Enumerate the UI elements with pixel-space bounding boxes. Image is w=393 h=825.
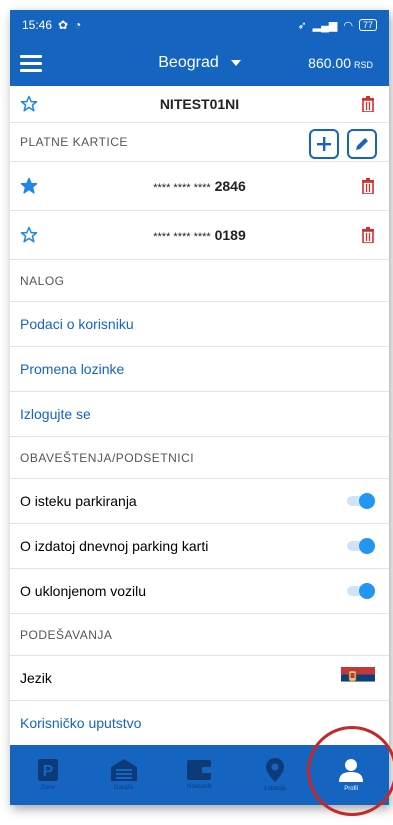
link-label[interactable]: Korisničko uputstvo [20,715,141,731]
card-number: **** **** **** 0189 [10,227,389,243]
logout-link[interactable]: Izlogujte se [10,392,389,437]
garage-icon [110,759,137,781]
trash-icon[interactable] [361,96,375,112]
chevron-down-icon[interactable] [230,60,241,66]
status-time: 15:46 [22,18,53,32]
edit-cards-button[interactable] [347,129,377,159]
notification-row: O isteku parkiranja [10,479,389,524]
app-bar: Beograd 860.00 RSD [10,40,389,86]
nav-item-locations[interactable]: Lokacije [237,745,313,805]
vehicle-row[interactable]: NITEST01NI [10,86,389,123]
account-section-header: NALOG [10,260,389,302]
notification-label: O izdatoj dnevnoj parking karti [20,538,209,554]
card-last4: 0189 [214,227,246,243]
card-mask: **** **** **** [153,231,211,243]
balance-amount: 860.00 [308,55,351,71]
battery-icon: 77 [358,19,377,31]
link-label[interactable]: Promena lozinke [20,361,124,377]
trash-icon[interactable] [361,227,375,243]
notification-row: O izdatoj dnevnoj parking karti [10,524,389,569]
link-label[interactable]: Izlogujte se [20,406,91,422]
cards-section-title: PLATNE KARTICE [20,135,128,149]
wifi-icon: ◠ [343,19,353,32]
nav-label: Novčanik [187,784,212,790]
settings-section-header: PODEŠAVANJA [10,614,389,656]
account-section-title: NALOG [20,273,65,288]
balance-currency: RSD [353,60,373,70]
toggle-switch[interactable] [345,538,375,554]
card-last4: 2846 [214,178,246,194]
parking-icon: P [37,759,58,781]
notification-label: O uklonjenom vozilu [20,583,147,599]
phone-screen: 15:46 ✿ ◔ ➶ ▂▄▆ ◠ 77 Beograd 860.00 RSD N… [10,10,389,805]
serbia-flag-icon[interactable] [341,667,375,689]
location-pin-icon [266,758,285,782]
location-arrow-icon: ➶ [297,19,307,32]
notifications-section-title: OBAVEŠTENJA/PODSETNICI [20,450,195,465]
notifications-section-header: OBAVEŠTENJA/PODSETNICI [10,437,389,479]
link-label[interactable]: Podaci o korisniku [20,316,134,332]
change-password-link[interactable]: Promena lozinke [10,347,389,392]
plus-icon [317,137,331,151]
status-bar: 15:46 ✿ ◔ ➶ ▂▄▆ ◠ 77 [10,10,389,40]
balance: 860.00 RSD [308,55,373,71]
card-number: **** **** **** 2846 [10,178,389,194]
nav-item-wallet[interactable]: Novčanik [162,745,238,805]
cards-section-header: PLATNE KARTICE [10,123,389,162]
add-card-button[interactable] [309,129,339,159]
card-row[interactable]: **** **** **** 2846 [10,162,389,211]
nav-item-garages[interactable]: Garaže [86,745,162,805]
vehicle-plate: NITEST01NI [159,96,240,112]
notification-row: O uklonjenom vozilu [10,569,389,614]
svg-text:P: P [43,763,54,780]
card-mask: **** **** **** [153,182,211,194]
nav-item-zones[interactable]: P Zone [10,745,86,805]
profile-content: NITEST01NI PLATNE KARTICE **** **** ****… [10,86,389,745]
notification-label: O isteku parkiranja [20,493,137,509]
language-row[interactable]: Jezik [10,656,389,701]
highlight-circle [307,726,393,816]
card-row[interactable]: **** **** **** 0189 [10,211,389,260]
toggle-switch[interactable] [345,583,375,599]
alarm-icon: ◔ [74,18,82,32]
profile-data-link[interactable]: Podaci o korisniku [10,302,389,347]
pencil-icon [356,138,368,150]
notification-icon: ✿ [58,18,69,32]
nav-label: Lokacije [264,786,287,792]
wallet-icon [187,760,212,780]
signal-icon: ▂▄▆ [312,19,338,32]
nav-label: Garaže [113,785,134,791]
menu-icon[interactable] [20,54,42,72]
nav-label: Zone [41,785,55,791]
city-label[interactable]: Beograd [158,54,219,72]
language-label: Jezik [20,670,52,686]
trash-icon[interactable] [361,178,375,194]
settings-section-title: PODEŠAVANJA [20,627,113,642]
toggle-switch[interactable] [345,493,375,509]
